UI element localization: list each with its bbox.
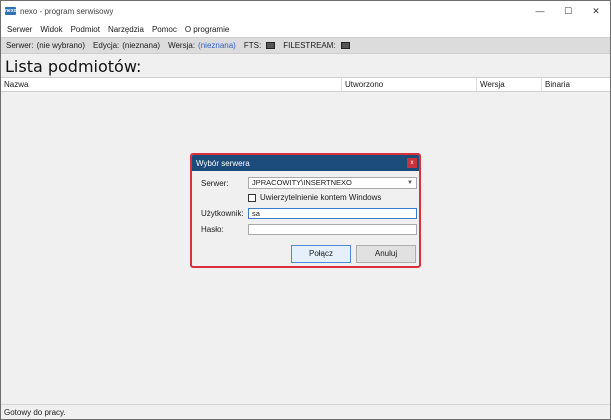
status-text: Gotowy do pracy. [4, 407, 66, 417]
password-label: Hasło: [201, 225, 224, 234]
menu-bar: Serwer Widok Podmiot Narzędzia Pomoc O p… [1, 21, 610, 37]
windows-auth-label[interactable]: Uwierzytelnienie kontem Windows [260, 193, 381, 202]
chevron-down-icon[interactable]: ▼ [407, 178, 413, 188]
dialog-title: Wybór serwera [196, 158, 250, 168]
server-select-dialog: Wybór serwera x Serwer: JPRACOWITY\INSER… [190, 153, 421, 268]
info-version-value[interactable]: (nieznana) [198, 41, 236, 50]
fts-indicator-icon [266, 42, 276, 49]
server-info-bar: Serwer: (nie wybrano) Edycja: (nieznana)… [1, 37, 610, 54]
info-edition: Edycja: (nieznana) [93, 41, 160, 50]
server-label: Serwer: [201, 179, 229, 188]
info-filestream-label: FILESTREAM: [283, 41, 336, 50]
window-title: nexo - program serwisowy [20, 6, 114, 16]
connect-button[interactable]: Połącz [291, 245, 351, 263]
info-server-value: (nie wybrano) [36, 41, 86, 50]
column-header-wersja[interactable]: Wersja [476, 78, 541, 91]
status-bar: Gotowy do pracy. [1, 404, 610, 419]
minimize-icon[interactable]: — [526, 1, 554, 21]
info-version: Wersja: (nieznana) [168, 41, 236, 50]
grid-header: Nazwa Utworzono Wersja Binaria [1, 77, 610, 92]
user-input[interactable]: sa [248, 208, 417, 219]
app-logo-icon: nexo [5, 7, 17, 15]
menu-podmiot[interactable]: Podmiot [67, 25, 104, 34]
info-fts: FTS: [243, 41, 276, 50]
menu-o-programie[interactable]: O programie [181, 25, 233, 34]
info-edition-label: Edycja: [93, 41, 120, 50]
info-server-label: Serwer: [6, 41, 34, 50]
server-combobox[interactable]: JPRACOWITY\INSERTNEXO ▼ [248, 177, 417, 189]
page-title: Lista podmiotów: [5, 57, 142, 76]
windows-auth-checkbox[interactable] [248, 194, 256, 202]
maximize-icon[interactable]: ☐ [554, 1, 582, 21]
dialog-close-icon[interactable]: x [407, 158, 417, 168]
column-header-binaria[interactable]: Binaria [541, 78, 610, 91]
server-combobox-value: JPRACOWITY\INSERTNEXO [252, 178, 352, 187]
info-server: Serwer: (nie wybrano) [6, 41, 85, 50]
dialog-title-bar: Wybór serwera x [192, 155, 419, 171]
info-edition-value: (nieznana) [122, 41, 161, 50]
info-filestream: FILESTREAM: [283, 41, 350, 50]
menu-pomoc[interactable]: Pomoc [148, 25, 181, 34]
app-window: nexo nexo - program serwisowy — ☐ ✕ Serw… [0, 0, 611, 420]
menu-widok[interactable]: Widok [36, 25, 66, 34]
info-fts-label: FTS: [243, 41, 262, 50]
menu-narzedzia[interactable]: Narzędzia [104, 25, 148, 34]
filestream-indicator-icon [340, 42, 350, 49]
close-icon[interactable]: ✕ [582, 1, 610, 21]
menu-serwer[interactable]: Serwer [1, 25, 36, 34]
column-header-utworzono[interactable]: Utworzono [341, 78, 476, 91]
info-version-label: Wersja: [168, 41, 196, 50]
title-bar: nexo nexo - program serwisowy — ☐ ✕ [1, 1, 610, 21]
cancel-button[interactable]: Anuluj [356, 245, 416, 263]
password-input[interactable] [248, 224, 417, 235]
user-label: Użytkownik: [201, 209, 244, 218]
window-controls: — ☐ ✕ [526, 1, 610, 21]
column-header-nazwa[interactable]: Nazwa [1, 78, 341, 91]
